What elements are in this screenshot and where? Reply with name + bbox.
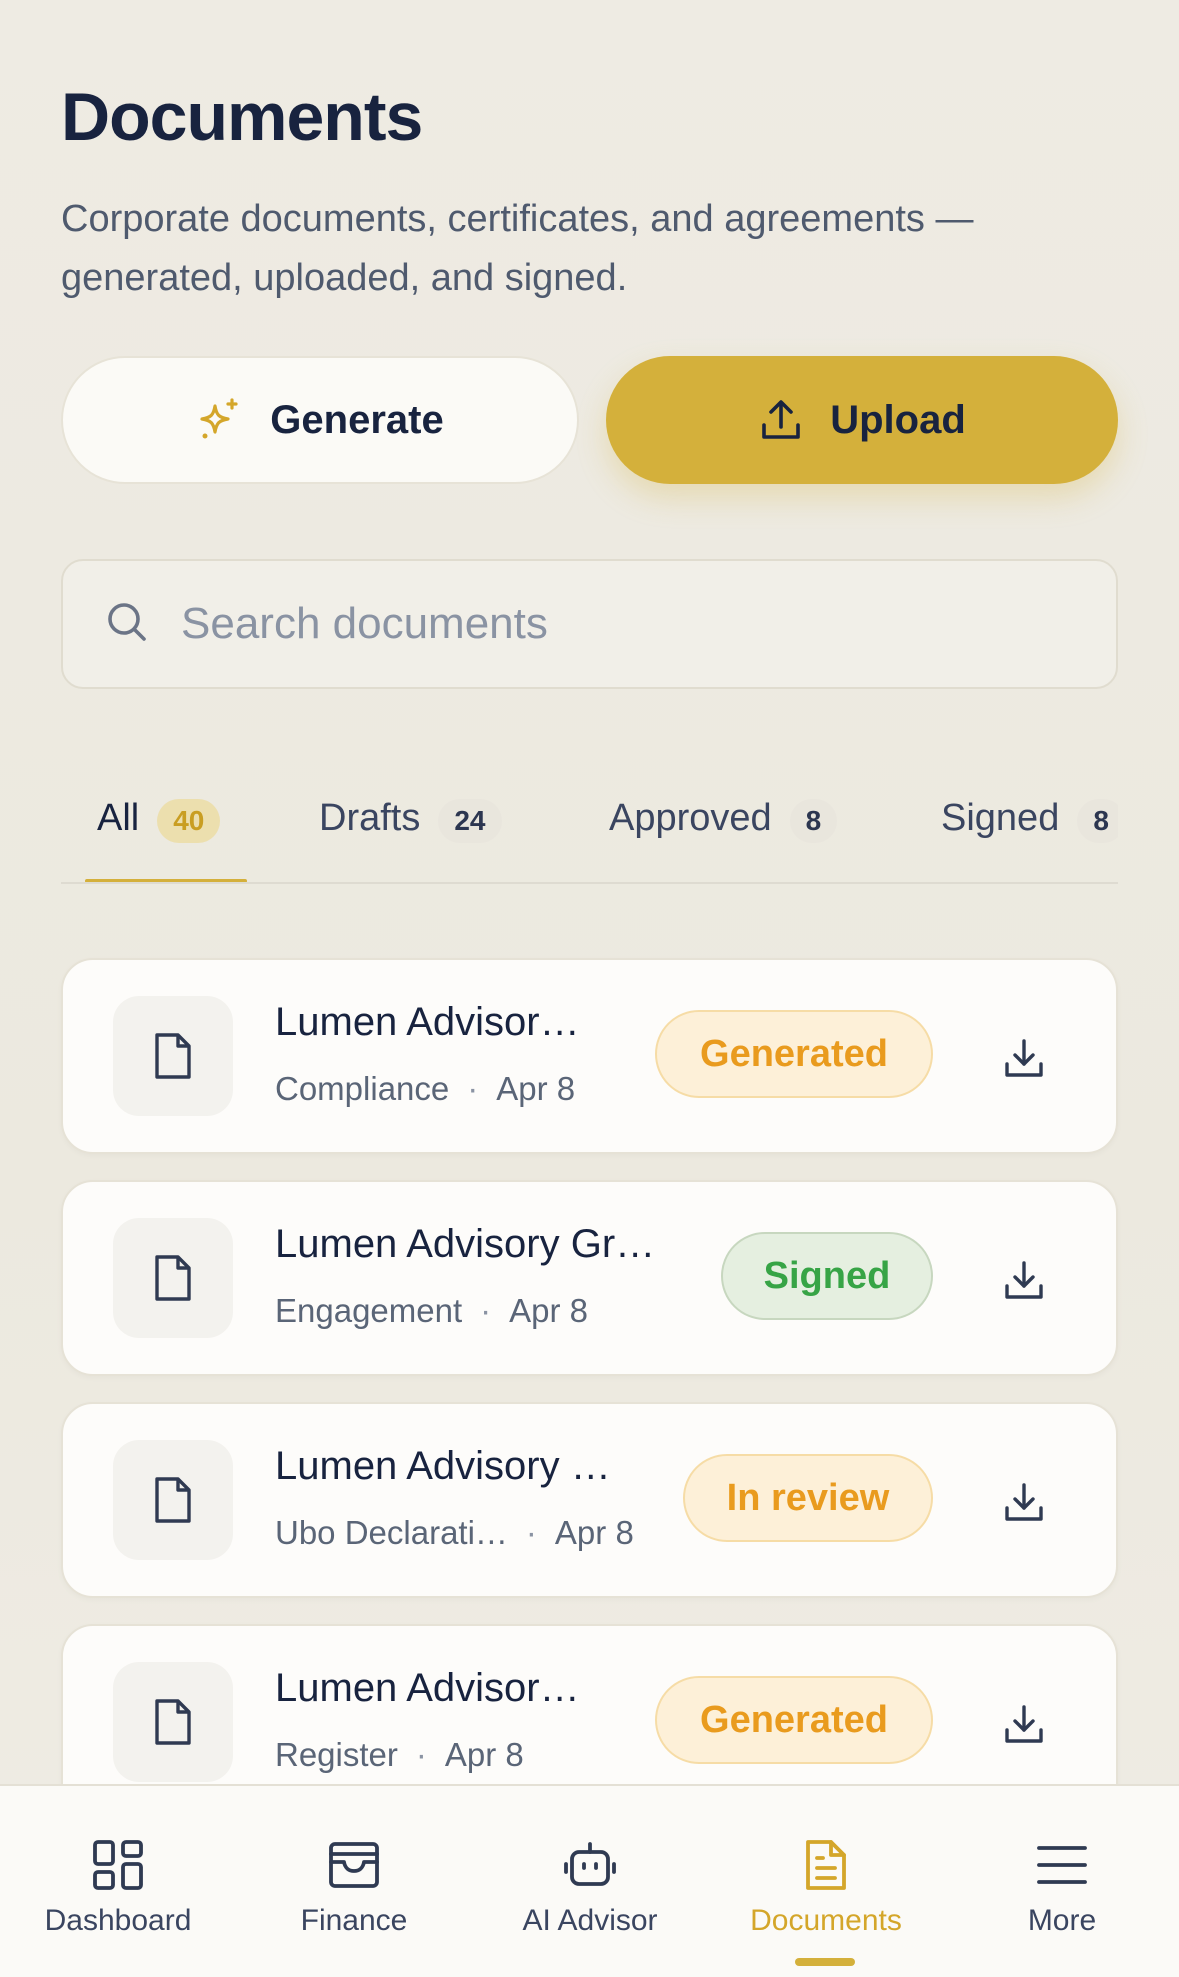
documents-screen: Documents Corporate documents, certifica… [0,0,1179,1977]
document-icon [113,996,233,1116]
document-card[interactable]: Lumen Advisory … Ubo Declarati… · Apr 8 … [61,1402,1118,1598]
tab-label: Signed [941,797,1060,839]
tab-label: Drafts [319,797,421,839]
status-badge: In review [683,1454,933,1542]
page-subtitle: Corporate documents, certificates, and a… [61,198,974,299]
upload-button[interactable]: Upload [606,356,1118,484]
generate-button[interactable]: Generate [61,356,579,484]
meta-separator: · [480,1292,492,1329]
nav-label: AI Advisor [522,1904,658,1937]
meta-separator: · [525,1514,537,1551]
document-icon [113,1662,233,1782]
status-badge: Generated [655,1676,933,1764]
document-card[interactable]: Lumen Advisor… Compliance · Apr 8 Genera… [61,958,1118,1154]
document-category: Engagement [275,1292,463,1329]
download-button[interactable] [1002,1258,1046,1302]
download-icon [1005,1483,1043,1521]
nav-item-ai-advisor[interactable]: AI Advisor [472,1786,708,1977]
tab-signed[interactable]: Signed 8 [941,782,1118,882]
nav-label: Documents [750,1904,902,1937]
tab-all[interactable]: All 40 [97,782,221,882]
page-title: Documents [61,79,423,155]
meta-separator: · [415,1736,427,1773]
generate-button-label: Generate [270,397,444,442]
tab-label: Approved [609,797,772,839]
tab-count-badge: 24 [438,799,502,843]
document-category: Ubo Declarati… [275,1514,508,1551]
document-date: Apr 8 [496,1070,576,1107]
download-button[interactable] [1002,1480,1046,1524]
tab-approved[interactable]: Approved 8 [609,782,838,882]
menu-icon [1037,1846,1087,1884]
search-bar[interactable] [61,559,1118,689]
document-name: Lumen Advisory Gr… [275,1222,656,1266]
document-name: Lumen Advisor… [275,1666,580,1710]
download-button[interactable] [1002,1702,1046,1746]
tab-count-badge: 8 [1077,799,1118,843]
upload-icon [758,397,804,443]
status-badge: Generated [655,1010,933,1098]
document-name: Lumen Advisor… [275,1000,580,1044]
tab-label: All [97,797,140,839]
tab-drafts[interactable]: Drafts 24 [319,782,502,882]
document-category: Register [275,1736,398,1773]
sparkle-icon [196,396,244,444]
document-meta: Compliance · Apr 8 [275,1070,575,1108]
nav-label: Finance [300,1904,408,1937]
nav-label: Dashboard [44,1904,192,1937]
search-input[interactable] [181,599,1116,649]
nav-item-finance[interactable]: Finance [236,1786,472,1977]
document-icon [113,1440,233,1560]
document-meta: Engagement · Apr 8 [275,1292,588,1330]
upload-button-label: Upload [830,397,966,442]
status-badge: Signed [721,1232,933,1320]
nav-label: More [1027,1904,1097,1937]
document-date: Apr 8 [444,1736,524,1773]
document-date: Apr 8 [509,1292,589,1329]
robot-icon [564,1842,616,1886]
grid-icon [93,1840,143,1890]
status-tabs: All 40 Drafts 24 Approved 8 Signed 8 [61,782,1118,884]
document-meta: Ubo Declarati… · Apr 8 [275,1514,634,1552]
nav-item-documents[interactable]: Documents [708,1786,944,1977]
document-card[interactable]: Lumen Advisory Gr… Engagement · Apr 8 Si… [61,1180,1118,1376]
document-icon [806,1840,846,1890]
tab-count-badge: 8 [789,799,838,843]
document-category: Compliance [275,1070,450,1107]
nav-item-dashboard[interactable]: Dashboard [0,1786,236,1977]
download-button[interactable] [1002,1036,1046,1080]
meta-separator: · [467,1070,479,1107]
active-tab-indicator [85,879,247,882]
download-icon [1005,1039,1043,1077]
active-nav-indicator [795,1958,855,1966]
nav-item-more[interactable]: More [944,1786,1179,1977]
wallet-icon [329,1842,379,1888]
document-meta: Register · Apr 8 [275,1736,524,1774]
download-icon [1005,1705,1043,1743]
document-icon [113,1218,233,1338]
search-icon [105,600,149,649]
document-name: Lumen Advisory … [275,1444,611,1488]
tab-count-badge: 40 [157,799,221,843]
download-icon [1005,1261,1043,1299]
bottom-nav: Dashboard Finance AI Advisor Documents M… [0,1784,1179,1977]
document-date: Apr 8 [554,1514,634,1551]
